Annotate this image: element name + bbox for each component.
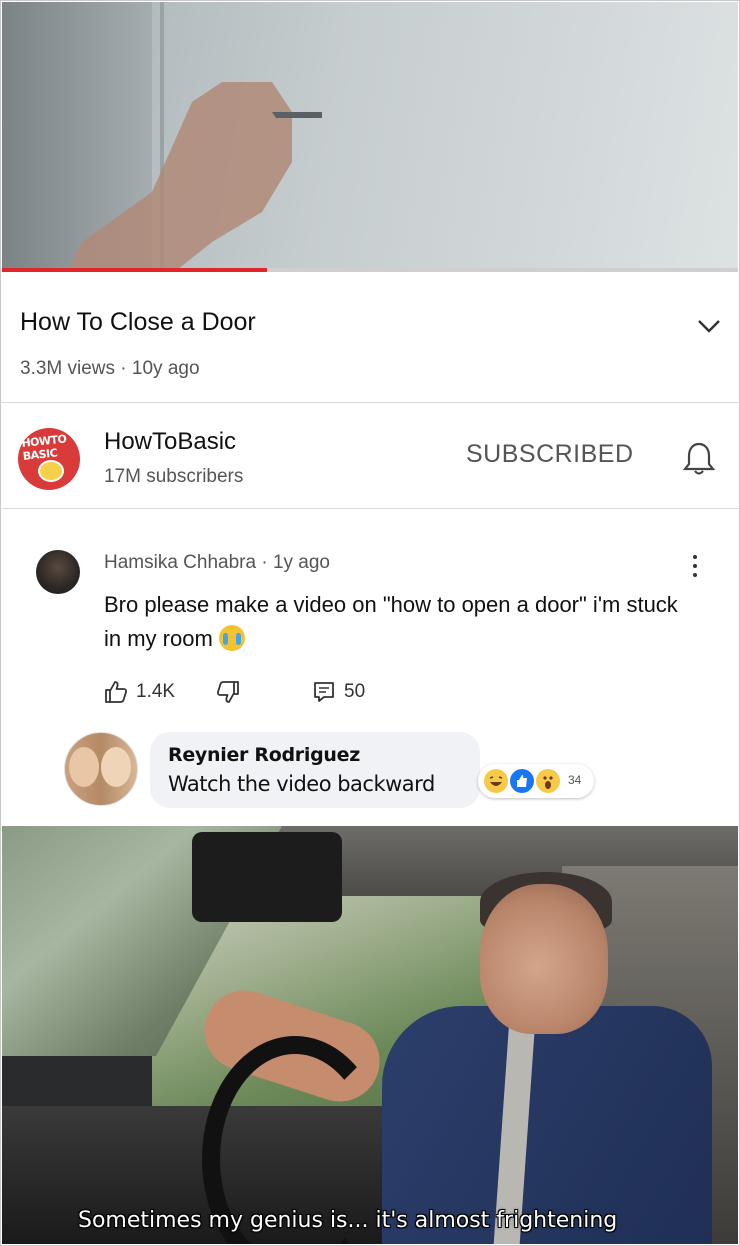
bell-icon[interactable]	[682, 440, 716, 476]
commenter-avatar[interactable]	[36, 550, 80, 594]
reply-text: Watch the video backward	[168, 772, 435, 796]
video-progress-fill	[2, 268, 267, 272]
rear-view-mirror	[192, 832, 342, 922]
video-player[interactable]	[2, 2, 738, 270]
like-button[interactable]: 1.4K	[104, 680, 175, 704]
channel-avatar[interactable]: HOWTO BASIC	[18, 428, 80, 490]
haha-icon	[484, 769, 508, 793]
video-title: How To Close a Door	[20, 308, 256, 336]
reply-count: 50	[344, 681, 366, 702]
subscribed-button[interactable]: SUBSCRIBED	[466, 440, 634, 469]
comment-icon	[314, 682, 334, 702]
video-frame-hand	[68, 82, 322, 270]
chevron-down-icon[interactable]	[696, 316, 722, 336]
crying-face-icon	[218, 625, 245, 651]
video-meta: 3.3M views · 10y ago	[20, 358, 200, 379]
thumbs-up-icon	[105, 681, 128, 703]
meme-photo	[2, 826, 738, 1244]
reaction-count: 34	[568, 773, 582, 787]
like-count: 1.4K	[136, 681, 176, 702]
channel-name[interactable]: HowToBasic	[104, 428, 236, 456]
video-progress-bar[interactable]	[2, 268, 738, 272]
like-icon	[510, 769, 534, 793]
reply-author-avatar[interactable]	[64, 732, 138, 806]
dislike-button[interactable]	[216, 680, 240, 704]
meme-caption: Sometimes my genius is... it's almost fr…	[78, 1208, 618, 1233]
comment-text: Bro please make a video on "how to open …	[104, 588, 694, 656]
thumbs-down-icon	[216, 681, 239, 703]
divider	[0, 402, 740, 403]
channel-subscriber-count: 17M subscribers	[104, 466, 244, 487]
driver-face	[480, 884, 608, 1034]
reply-author-name[interactable]: Reynier Rodriguez	[168, 744, 360, 766]
divider	[0, 508, 740, 509]
replies-button[interactable]: 50	[312, 680, 365, 704]
more-options-icon[interactable]	[688, 552, 702, 582]
comment-body: Bro please make a video on "how to open …	[104, 592, 678, 651]
reaction-summary[interactable]: 34	[478, 764, 594, 798]
channel-logo-text: HOWTO BASIC	[20, 432, 67, 463]
egg-icon	[38, 460, 64, 482]
wow-icon	[536, 769, 560, 793]
comment-author: Hamsika Chhabra · 1y ago	[104, 552, 330, 573]
